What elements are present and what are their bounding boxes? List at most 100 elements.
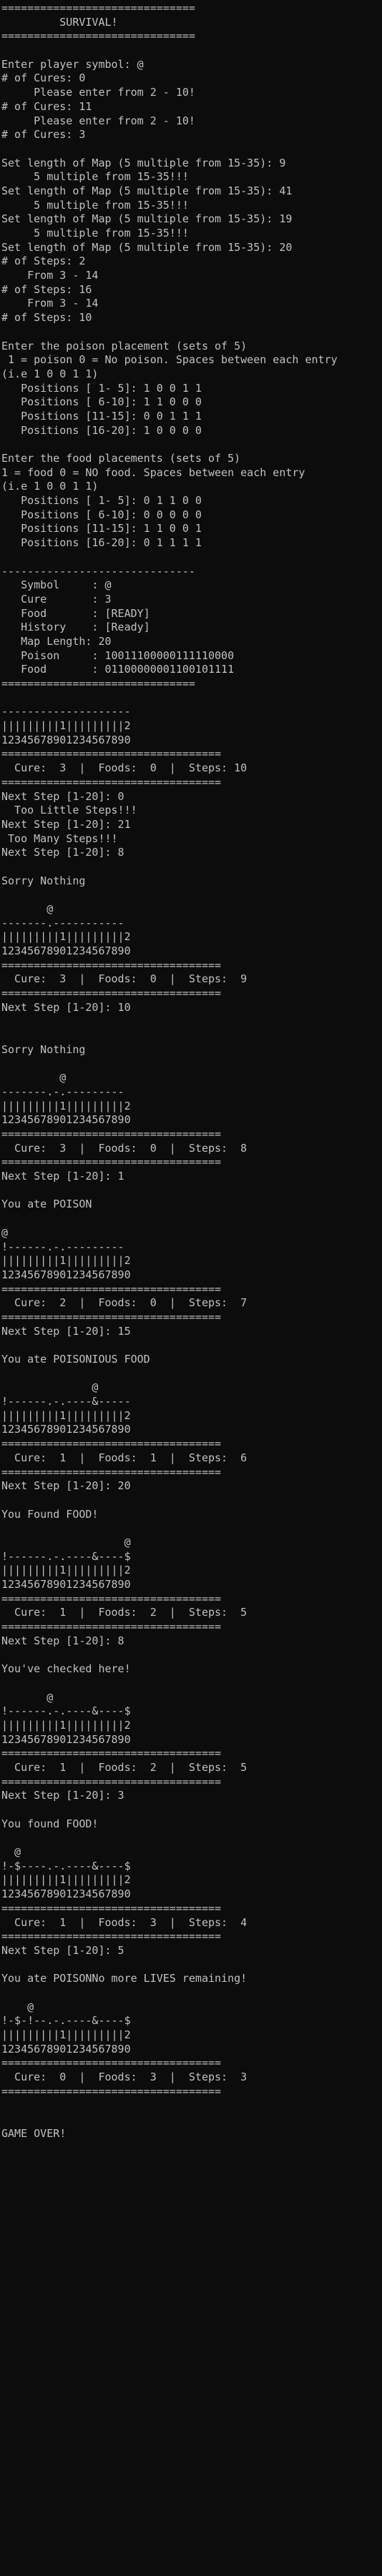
console-line: ================================== xyxy=(1,1901,222,1915)
console-line: ================================== xyxy=(1,1747,222,1760)
console-line: Next Step [1-20]: 8 xyxy=(1,846,124,859)
console-line: Food : [READY] xyxy=(1,606,150,620)
console-line: ================================== xyxy=(1,1127,222,1140)
console-line: @ xyxy=(1,1690,54,1704)
console-line: |||||||||1|||||||||2 xyxy=(1,1254,131,1268)
console-line: ================================== xyxy=(1,2056,222,2070)
console-line: 5 multiple from 15-35!!! xyxy=(1,170,189,184)
console-line: ================================== xyxy=(1,1465,222,1479)
console-line: !------.-.----&----$ xyxy=(1,1704,131,1718)
console-line: (i.e 1 0 0 1 1) xyxy=(1,480,99,493)
console-line: Please enter from 2 - 10! xyxy=(1,114,195,127)
console-line: From 3 - 14 xyxy=(1,269,99,282)
console-line: @ xyxy=(1,902,54,915)
console-line: @ xyxy=(1,1535,131,1549)
console-line: Enter the poison placement (sets of 5) xyxy=(1,339,248,352)
console-line: ================================== xyxy=(1,1930,222,1943)
console-line: GAME OVER! xyxy=(1,2126,67,2140)
console-line: Next Step [1-20]: 21 xyxy=(1,817,131,831)
console-line: Next Step [1-20]: 10 xyxy=(1,1000,131,1014)
console-line: Cure : 3 xyxy=(1,592,112,606)
console-line: @ xyxy=(1,1381,99,1394)
console-line: Too Many Steps!!! xyxy=(1,831,118,845)
console-line: |||||||||1|||||||||2 xyxy=(1,2028,131,2041)
console-line: ================================== xyxy=(1,1620,222,1634)
console-line: Positions [ 6-10]: 0 0 0 0 0 xyxy=(1,508,202,521)
console-line: Cure: 3 | Foods: 0 | Steps: 10 xyxy=(1,761,248,775)
console-line: Set length of Map (5 multiple from 15-35… xyxy=(1,240,293,254)
console-line: Positions [ 1- 5]: 1 0 0 1 1 xyxy=(1,381,202,395)
console-line: ================================== xyxy=(1,1282,222,1296)
console-line: 12345678901234567890 xyxy=(1,1268,131,1281)
console-output: ============================== SURVIVAL!… xyxy=(0,0,382,2576)
console-line: 5 multiple from 15-35!!! xyxy=(1,227,189,240)
console-line: 12345678901234567890 xyxy=(1,944,131,958)
console-line: From 3 - 14 xyxy=(1,297,99,310)
console-line: Enter player symbol: @ xyxy=(1,57,144,71)
console-line: # of Steps: 2 xyxy=(1,255,86,268)
console-line: 12345678901234567890 xyxy=(1,1113,131,1127)
console-line: !------.-.--------- xyxy=(1,1240,124,1253)
console-line: @ xyxy=(1,2000,34,2013)
console-line: History : [Ready] xyxy=(1,621,150,634)
console-line: 1 = food 0 = NO food. Spaces between eac… xyxy=(1,465,305,479)
console-line: Cure: 3 | Foods: 0 | Steps: 8 xyxy=(1,1141,248,1155)
console-line: |||||||||1|||||||||2 xyxy=(1,930,131,944)
console-line: ============================== xyxy=(1,677,195,690)
console-line: |||||||||1|||||||||2 xyxy=(1,1564,131,1577)
console-line: Enter the food placements (sets of 5) xyxy=(1,452,241,465)
console-line: 12345678901234567890 xyxy=(1,733,131,746)
console-line: -------.-.--------- xyxy=(1,1085,124,1098)
console-line: @ xyxy=(1,1845,21,1859)
console-line: Next Step [1-20]: 5 xyxy=(1,1943,124,1957)
console-line: You Found FOOD! xyxy=(1,1507,99,1521)
console-line: Cure: 1 | Foods: 2 | Steps: 5 xyxy=(1,1606,248,1619)
console-line: Sorry Nothing xyxy=(1,1042,86,1056)
console-line: |||||||||1|||||||||2 xyxy=(1,1873,131,1887)
console-line: @ xyxy=(1,1225,9,1239)
console-line: # of Steps: 10 xyxy=(1,311,92,325)
console-line: ================================== xyxy=(1,1592,222,1605)
console-line: Positions [11-15]: 0 0 1 1 1 xyxy=(1,409,202,423)
console-line: Food : 01100000001100101111 xyxy=(1,663,235,676)
console-line: You found FOOD! xyxy=(1,1817,99,1830)
console-line: Positions [16-20]: 0 1 1 1 1 xyxy=(1,536,202,550)
console-line: Set length of Map (5 multiple from 15-35… xyxy=(1,156,286,169)
console-line: Map Length: 20 xyxy=(1,634,112,648)
console-line: ================================== xyxy=(1,1775,222,1788)
console-line: # of Cures: 3 xyxy=(1,128,86,142)
console-line: ================================== xyxy=(1,2084,222,2098)
console-line: Cure: 1 | Foods: 3 | Steps: 4 xyxy=(1,1915,248,1929)
console-line: Cure: 3 | Foods: 0 | Steps: 9 xyxy=(1,972,248,986)
console-line: Next Step [1-20]: 15 xyxy=(1,1324,131,1338)
console-line: ============================== xyxy=(1,1,195,14)
console-line: 12345678901234567890 xyxy=(1,1887,131,1901)
console-line: Next Step [1-20]: 0 xyxy=(1,789,124,803)
console-line: 5 multiple from 15-35!!! xyxy=(1,198,189,212)
console-line: # of Cures: 0 xyxy=(1,71,86,85)
console-line: Next Step [1-20]: 3 xyxy=(1,1789,124,1802)
console-line: SURVIVAL! xyxy=(1,15,118,29)
console-line: Symbol : @ xyxy=(1,578,112,592)
console-line: Too Little Steps!!! xyxy=(1,804,137,817)
console-line: You've checked here! xyxy=(1,1662,131,1676)
console-line: Positions [ 1- 5]: 0 1 1 0 0 xyxy=(1,494,202,508)
console-line: ================================== xyxy=(1,987,222,1000)
console-line: !------.-.----&----$ xyxy=(1,1549,131,1563)
console-line: |||||||||1|||||||||2 xyxy=(1,1099,131,1112)
console-line: 12345678901234567890 xyxy=(1,1732,131,1746)
console-line: ================================== xyxy=(1,775,222,789)
